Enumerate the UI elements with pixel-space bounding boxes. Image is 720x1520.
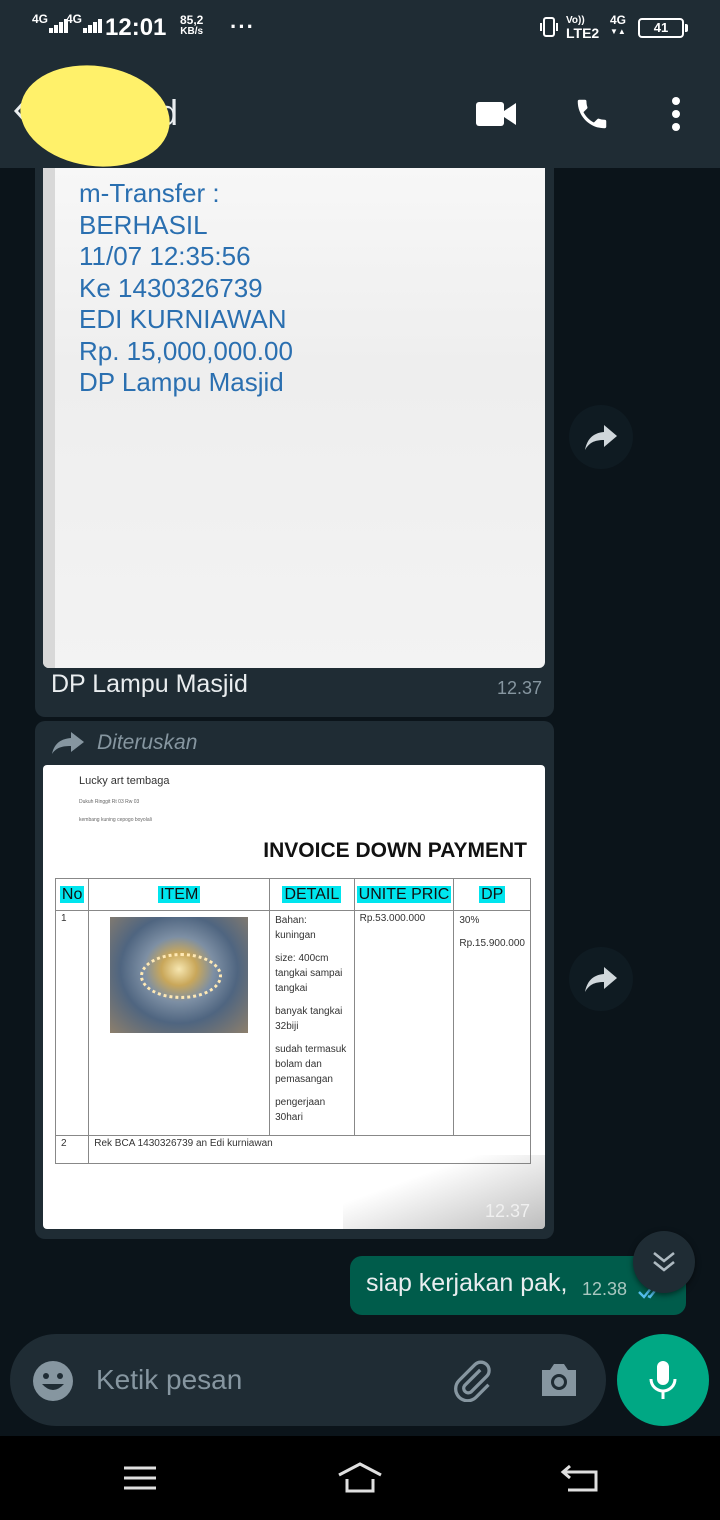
message-time: 12.37 <box>497 678 543 698</box>
back-nav-icon <box>560 1464 598 1492</box>
mic-button[interactable] <box>617 1334 709 1426</box>
message-text: siap kerjakan pak, <box>366 1269 568 1297</box>
transfer-text: m-Transfer : BERHASIL 11/07 12:35:56 Ke … <box>79 178 293 397</box>
recent-apps-button[interactable] <box>110 1458 170 1498</box>
incoming-image-message[interactable]: m-Transfer : BERHASIL 11/07 12:35:56 Ke … <box>35 168 554 717</box>
more-vert-icon[interactable] <box>652 94 700 134</box>
image-caption: DP Lampu Masjid <box>51 670 248 698</box>
status-bar: 4G 4G 12:01 85,2 KB/s ··· Vo)) LTE2 4G ▼… <box>0 0 720 56</box>
invoice-address: kembang kuning cepogo boyolali <box>79 817 152 823</box>
mic-icon <box>649 1361 677 1399</box>
chandelier-image <box>110 917 249 1033</box>
emoji-icon[interactable] <box>32 1360 74 1402</box>
invoice-address: Dukuh Ringgit Rt 03 Rw 03 <box>79 799 140 805</box>
share-icon[interactable] <box>569 405 633 469</box>
forward-icon <box>52 732 84 754</box>
chat-area[interactable]: m-Transfer : BERHASIL 11/07 12:35:56 Ke … <box>0 168 720 1336</box>
scroll-to-bottom-button[interactable] <box>633 1231 695 1293</box>
video-call-icon[interactable] <box>472 94 520 134</box>
signal-indicator-2: 4G <box>66 12 103 37</box>
back-button[interactable] <box>550 1458 610 1498</box>
network-speed: 85,2 KB/s <box>180 13 204 37</box>
redaction-mark <box>13 56 177 176</box>
phone-icon[interactable] <box>568 94 616 134</box>
message-time: 12.38 <box>582 1279 628 1299</box>
clock: 12:01 <box>105 14 167 41</box>
table-row: 1 Bahan: kuningan size: 400cm tangkai sa… <box>54 910 531 1136</box>
invoice-image[interactable]: Lucky art tembaga Dukuh Ringgit Rt 03 Rw… <box>43 765 545 1229</box>
invoice-brand: Lucky art tembaga <box>79 775 170 787</box>
volte-indicator: Vo)) LTE2 <box>566 15 600 41</box>
invoice-title: INVOICE DOWN PAYMENT <box>263 839 527 862</box>
attach-icon[interactable] <box>450 1358 494 1402</box>
message-input[interactable] <box>96 1364 426 1396</box>
battery-icon: 41 <box>638 18 688 38</box>
double-chevron-down-icon <box>653 1251 675 1272</box>
camera-icon[interactable] <box>538 1360 580 1400</box>
more-notifications-icon: ··· <box>230 14 255 39</box>
signal-indicator-1: 4G <box>32 12 69 37</box>
vibrate-icon <box>540 17 558 37</box>
menu-icon <box>124 1466 156 1490</box>
network-type-indicator: 4G ▼▲ <box>610 13 627 36</box>
item-details: Bahan: kuningan size: 400cm tangkai samp… <box>269 910 355 1136</box>
share-icon[interactable] <box>569 947 633 1011</box>
message-time: 12.37 <box>485 1201 531 1221</box>
transfer-screenshot-image[interactable]: m-Transfer : BERHASIL 11/07 12:35:56 Ke … <box>43 168 545 668</box>
forwarded-label: Diteruskan <box>51 731 197 755</box>
forwarded-image-message[interactable]: Diteruskan Lucky art tembaga Dukuh Ringg… <box>35 721 554 1239</box>
system-nav-bar <box>0 1436 720 1520</box>
home-icon <box>338 1462 382 1493</box>
table-header-row: No ITEM DETAIL UNITE PRIC DP <box>54 878 531 911</box>
home-button[interactable] <box>330 1458 390 1498</box>
invoice-table: No ITEM DETAIL UNITE PRIC DP 1 Bahan: ku… <box>54 878 531 1164</box>
chat-header: asjid <box>0 56 720 176</box>
message-composer <box>10 1334 606 1426</box>
